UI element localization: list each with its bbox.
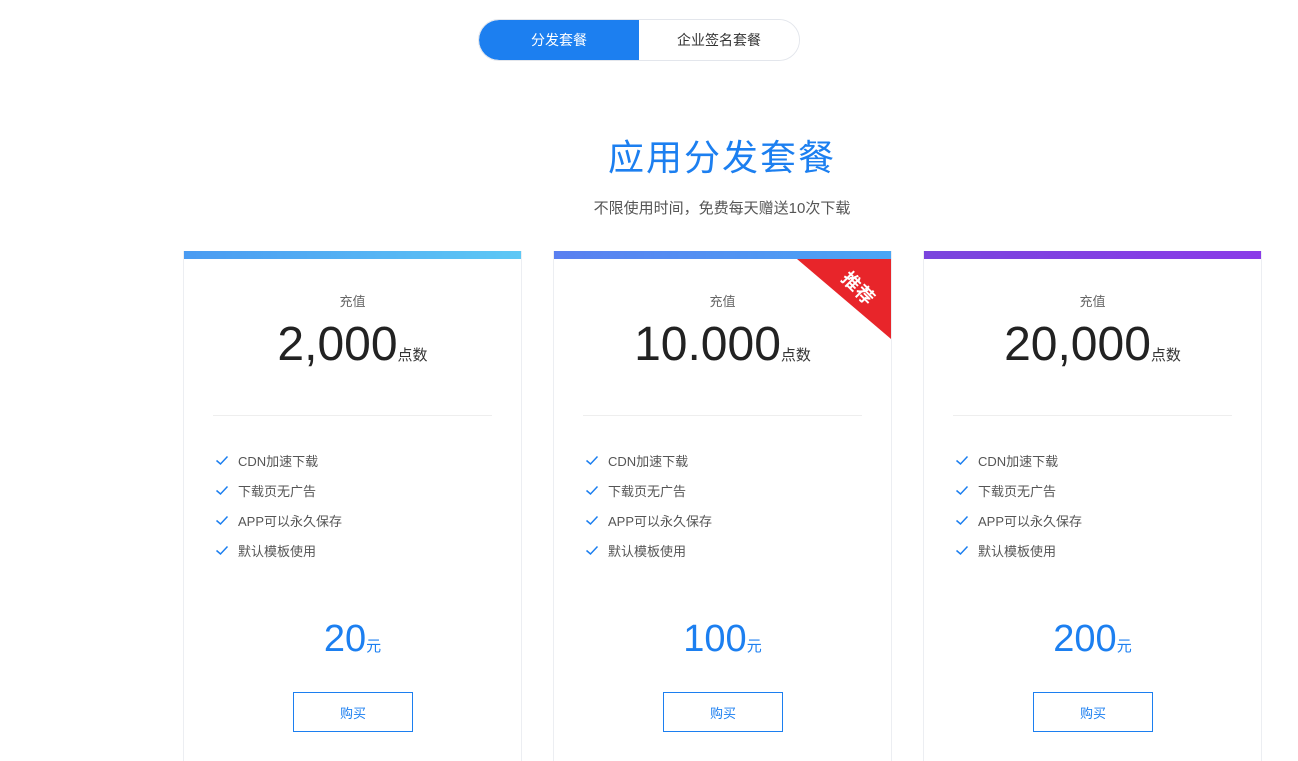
check-icon [216, 515, 229, 526]
buy-button[interactable]: 购买 [1033, 692, 1153, 732]
tab-distribution-plan[interactable]: 分发套餐 [479, 20, 639, 60]
section-title: 应用分发套餐 [607, 137, 836, 178]
check-icon [956, 485, 969, 496]
price-unit: 元 [366, 638, 382, 655]
check-icon [216, 545, 229, 556]
feature-list: CDN加速下载 下载页无广告 APP可以永久保存 默认模板使用 [955, 445, 1082, 565]
feature-item: CDN加速下载 [585, 445, 712, 475]
divider [583, 415, 862, 416]
feature-item: APP可以永久保存 [955, 505, 1082, 535]
buy-button[interactable]: 购买 [663, 692, 783, 732]
feature-list: CDN加速下载 下载页无广告 APP可以永久保存 默认模板使用 [585, 445, 712, 565]
feature-item: 默认模板使用 [955, 535, 1082, 565]
feature-item: 下载页无广告 [955, 475, 1082, 505]
check-icon [586, 485, 599, 496]
price-value: 200 [1053, 618, 1117, 660]
feature-label: 默认模板使用 [238, 543, 317, 559]
feature-label: CDN加速下载 [978, 453, 1059, 469]
card-label: 充值 [339, 294, 366, 309]
amount-unit: 点数 [780, 347, 811, 364]
check-icon [586, 455, 599, 466]
feature-item: 默认模板使用 [215, 535, 342, 565]
buy-button[interactable]: 购买 [293, 692, 413, 732]
card-amount: 10.000点数 [554, 317, 891, 373]
check-icon [216, 455, 229, 466]
card-accent-bar [554, 251, 891, 259]
feature-label: 下载页无广告 [978, 483, 1057, 499]
price-unit: 元 [1116, 638, 1132, 655]
feature-label: 下载页无广告 [238, 483, 317, 499]
tab-enterprise-signing-plan[interactable]: 企业签名套餐 [639, 20, 799, 60]
card-price: 200元 [924, 615, 1261, 663]
price-value: 20 [323, 618, 367, 660]
price-value: 100 [683, 618, 747, 660]
feature-item: CDN加速下载 [955, 445, 1082, 475]
feature-item: CDN加速下载 [215, 445, 342, 475]
check-icon [956, 545, 969, 556]
feature-item: 下载页无广告 [215, 475, 342, 505]
feature-label: 默认模板使用 [978, 543, 1057, 559]
feature-label: CDN加速下载 [608, 453, 689, 469]
card-price: 20元 [184, 615, 521, 663]
card-amount: 20,000点数 [924, 317, 1261, 373]
amount-unit: 点数 [1150, 347, 1181, 364]
plan-card-2000: 充值 2,000点数 CDN加速下载 下载页无广告 APP可以永久保存 默认模板… [183, 251, 522, 761]
card-label: 充值 [709, 294, 736, 309]
feature-label: APP可以永久保存 [238, 513, 343, 529]
feature-item: APP可以永久保存 [215, 505, 342, 535]
check-icon [956, 515, 969, 526]
amount-value: 20,000 [1004, 318, 1151, 371]
feature-list: CDN加速下载 下载页无广告 APP可以永久保存 默认模板使用 [215, 445, 342, 565]
feature-label: 下载页无广告 [608, 483, 687, 499]
card-accent-bar [924, 251, 1261, 259]
feature-label: CDN加速下载 [238, 453, 319, 469]
card-label: 充值 [1079, 294, 1106, 309]
feature-label: APP可以永久保存 [608, 513, 713, 529]
amount-value: 2,000 [277, 318, 398, 371]
plan-card-10000: 推荐 充值 10.000点数 CDN加速下载 下载页无广告 APP可以永久保存 … [553, 251, 892, 761]
section-subtitle: 不限使用时间，免费每天赠送10次下载 [593, 200, 851, 217]
card-amount: 2,000点数 [184, 317, 521, 373]
feature-item: APP可以永久保存 [585, 505, 712, 535]
check-icon [586, 545, 599, 556]
pricing-page: 分发套餐 企业签名套餐 应用分发套餐 不限使用时间，免费每天赠送10次下载 充值… [0, 0, 1298, 761]
amount-value: 10.000 [634, 318, 781, 371]
plan-card-20000: 充值 20,000点数 CDN加速下载 下载页无广告 APP可以永久保存 默认模… [923, 251, 1262, 761]
feature-item: 默认模板使用 [585, 535, 712, 565]
check-icon [586, 515, 599, 526]
divider [213, 415, 492, 416]
plan-type-tabs: 分发套餐 企业签名套餐 [478, 19, 800, 61]
amount-unit: 点数 [397, 347, 428, 364]
feature-item: 下载页无广告 [585, 475, 712, 505]
check-icon [216, 485, 229, 496]
card-accent-bar [184, 251, 521, 259]
divider [953, 415, 1232, 416]
price-unit: 元 [746, 638, 762, 655]
feature-label: 默认模板使用 [608, 543, 687, 559]
card-price: 100元 [554, 615, 891, 663]
feature-label: APP可以永久保存 [978, 513, 1083, 529]
check-icon [956, 455, 969, 466]
